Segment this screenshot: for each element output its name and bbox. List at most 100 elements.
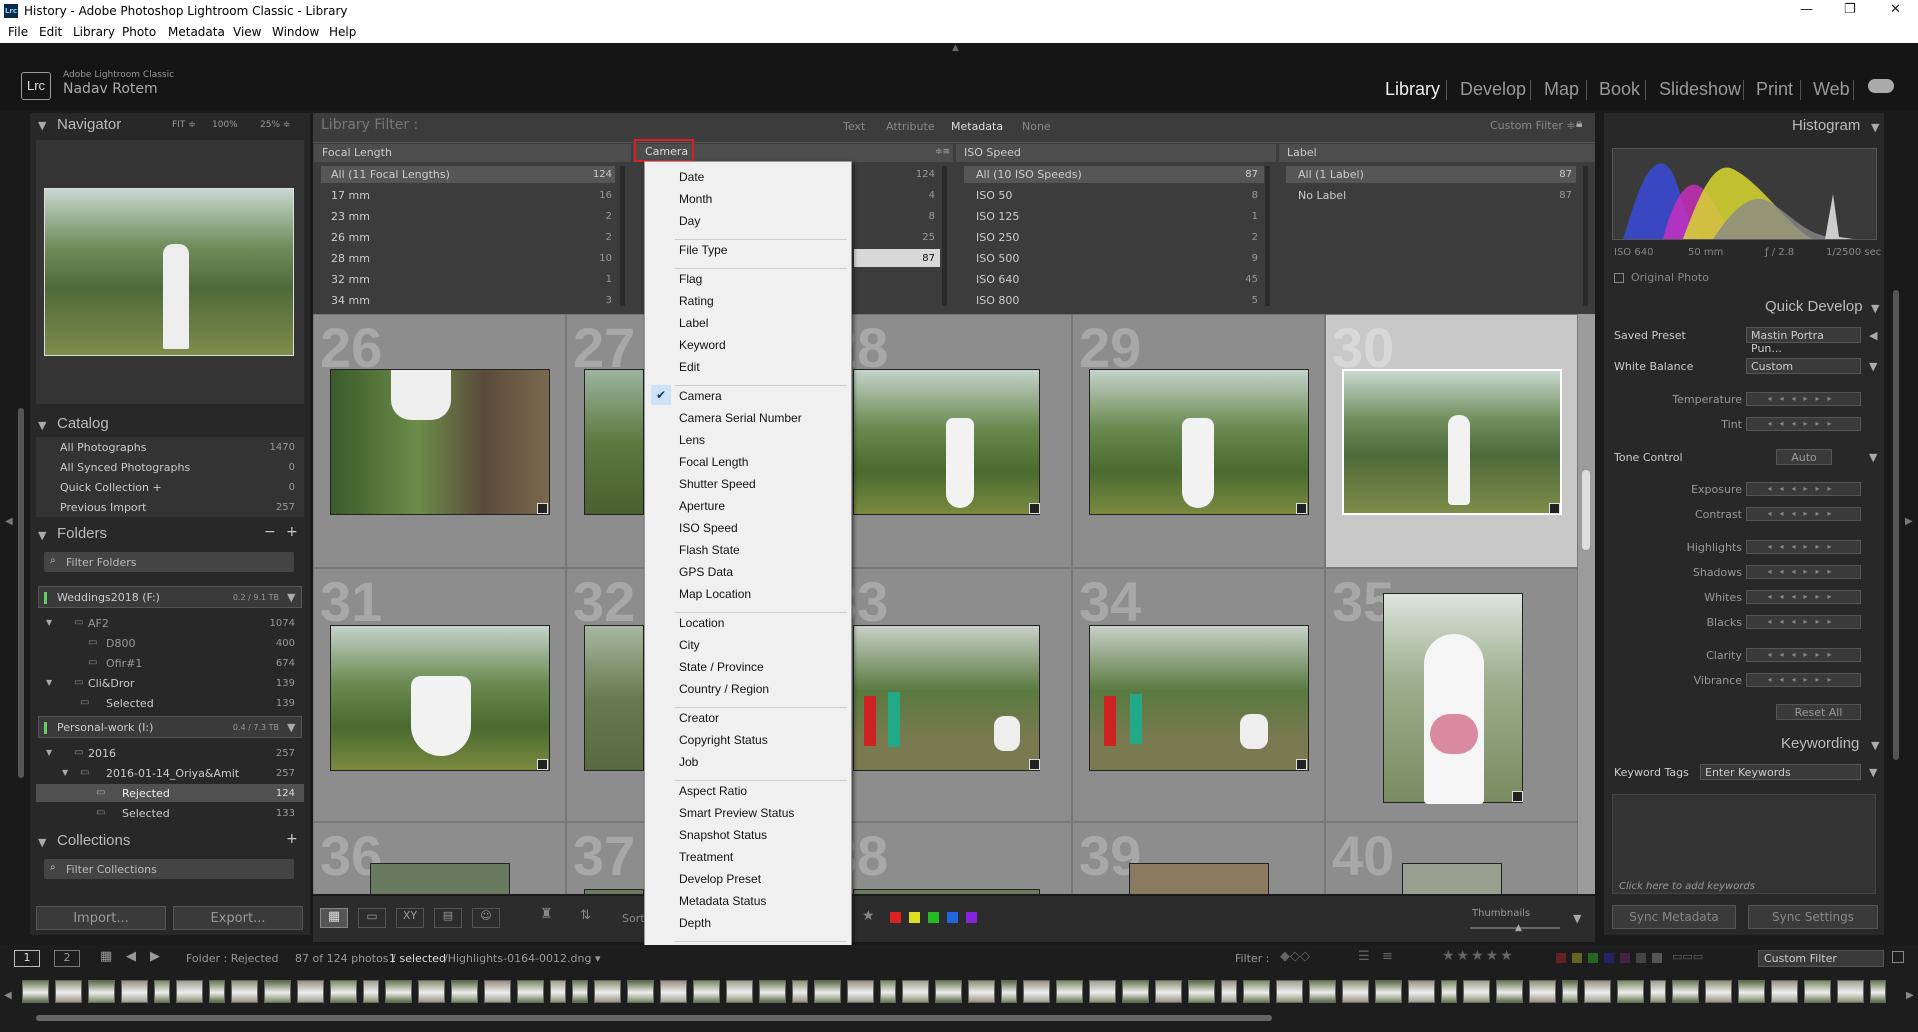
grid-cell[interactable]: 29	[1072, 314, 1325, 568]
vibrance-stepper[interactable]: ◂◂◂▸▸▸	[1746, 673, 1861, 687]
tab-text[interactable]: Text	[843, 120, 865, 133]
filmstrip-thumbnail[interactable]	[297, 980, 324, 1003]
dropdown-item-smart-preview-status[interactable]: Smart Preview Status	[679, 806, 794, 820]
clarity-stepper[interactable]: ◂◂◂▸▸▸	[1746, 648, 1861, 662]
photo-thumbnail[interactable]	[584, 625, 644, 771]
disclosure-icon[interactable]: ▼	[46, 678, 52, 687]
filmstrip-thumbnail[interactable]	[550, 980, 566, 1003]
collapse-triangle-icon[interactable]: ▼	[38, 419, 46, 432]
column-row[interactable]: 26 mm	[331, 231, 370, 244]
photo-thumbnail[interactable]	[853, 625, 1040, 771]
column-row[interactable]: No Label	[1298, 189, 1346, 202]
filmstrip-thumbnail[interactable]	[726, 980, 753, 1003]
filmstrip-scroll-right-icon[interactable]: ▶	[1906, 990, 1914, 1001]
label-filter-red-icon[interactable]	[1556, 953, 1566, 963]
star-rating-icon[interactable]: ★	[862, 908, 875, 924]
folder-item[interactable]: D800	[106, 637, 135, 650]
folder-item[interactable]: Selected	[122, 807, 170, 820]
grid-cell[interactable]: 28	[819, 314, 1072, 568]
flag-filter-icon[interactable]: ◆◇◇	[1280, 949, 1310, 964]
dropdown-item-metadata-status[interactable]: Metadata Status	[679, 894, 766, 908]
filmstrip-thumbnail[interactable]	[517, 980, 544, 1003]
filmstrip-thumbnail[interactable]	[154, 980, 170, 1003]
grid-cell[interactable]: 40	[1325, 822, 1578, 894]
highlights-stepper[interactable]: ◂◂◂▸▸▸	[1746, 540, 1861, 554]
lock-icon[interactable]: 🔒︎	[1576, 116, 1582, 131]
tab-metadata[interactable]: Metadata	[951, 120, 1003, 133]
dropdown-item-shutter-speed[interactable]: Shutter Speed	[679, 477, 756, 491]
column-menu-icon[interactable]: ≑≡	[935, 147, 950, 157]
add-collection-icon[interactable]: +	[286, 831, 298, 847]
sort-direction-icon[interactable]: ⇅	[580, 908, 591, 923]
photo-thumbnail[interactable]	[370, 863, 510, 894]
sync-settings-button[interactable]: Sync Settings	[1748, 905, 1878, 929]
dropdown-item-treatment[interactable]: Treatment	[679, 850, 733, 864]
module-map[interactable]: Map	[1544, 79, 1579, 100]
column-row[interactable]: ISO 800	[976, 294, 1019, 307]
menu-photo[interactable]: Photo	[122, 25, 156, 39]
filmstrip-thumbnail[interactable]	[1584, 980, 1611, 1003]
disclosure-icon[interactable]: ▼	[46, 618, 52, 627]
column-row[interactable]: 34 mm	[331, 294, 370, 307]
column-row[interactable]: 23 mm	[331, 210, 370, 223]
filmstrip-thumbnail[interactable]	[1529, 980, 1556, 1003]
dropdown-item-day[interactable]: Day	[679, 214, 700, 228]
menu-file[interactable]: File	[8, 25, 28, 39]
filmstrip-thumbnail[interactable]	[693, 980, 720, 1003]
catalog-item[interactable]: All Synced Photographs	[60, 461, 190, 474]
photo-thumbnail[interactable]	[1089, 625, 1309, 771]
filmstrip-thumbnail[interactable]	[363, 980, 379, 1003]
dropdown-item-iso-speed[interactable]: ISO Speed	[679, 521, 738, 535]
column-row[interactable]: 17 mm	[331, 189, 370, 202]
column-row[interactable]: ISO 500	[976, 252, 1019, 265]
filmstrip-thumbnail[interactable]	[1276, 980, 1303, 1003]
filmstrip-thumbnail[interactable]	[660, 980, 687, 1003]
filmstrip-thumbnail[interactable]	[968, 980, 995, 1003]
filter-folders-input[interactable]: ⌕ Filter Folders	[44, 552, 294, 572]
filmstrip-thumbnail[interactable]	[935, 980, 962, 1003]
filmstrip-thumbnail[interactable]	[1463, 980, 1490, 1003]
dropdown-item-location[interactable]: Location	[679, 616, 724, 630]
menu-window[interactable]: Window	[272, 25, 319, 39]
module-develop[interactable]: Develop	[1460, 79, 1526, 100]
column-row[interactable]: All (11 Focal Lengths)	[331, 168, 450, 181]
filmstrip-thumbnail[interactable]	[1738, 980, 1765, 1003]
menu-help[interactable]: Help	[329, 25, 356, 39]
collapse-left-icon[interactable]: ◀	[5, 516, 13, 527]
folder-item[interactable]: 2016-01-14_Oriya&Amit	[106, 767, 239, 780]
photo-thumbnail[interactable]	[853, 889, 1040, 894]
label-filter-yellow-icon[interactable]	[1572, 953, 1582, 963]
filmstrip-thumbnail[interactable]	[1155, 980, 1182, 1003]
dropdown-item-edit[interactable]: Edit	[679, 360, 700, 374]
photo-thumbnail[interactable]	[1129, 863, 1269, 894]
original-photo-checkbox[interactable]	[1614, 273, 1624, 283]
dropdown-item-develop-preset[interactable]: Develop Preset	[679, 872, 761, 886]
filmstrip-thumbnail[interactable]	[1243, 980, 1270, 1003]
filmstrip-thumbnail[interactable]	[176, 980, 203, 1003]
filmstrip-thumbnail[interactable]	[451, 980, 478, 1003]
label-blue-icon[interactable]	[947, 912, 958, 923]
filmstrip-thumbnail[interactable]	[1496, 980, 1523, 1003]
label-filter-green-icon[interactable]	[1588, 953, 1598, 963]
collapse-right-icon[interactable]: ▶	[1905, 516, 1913, 527]
filmstrip-thumbnail[interactable]	[1771, 980, 1798, 1003]
filter-toggle-icon[interactable]	[1892, 951, 1904, 963]
histogram-graph[interactable]	[1612, 148, 1877, 240]
collapse-triangle-icon[interactable]: ▼	[38, 119, 46, 132]
dropdown-item-camera[interactable]: Camera	[679, 389, 722, 403]
dropdown-item-file-type[interactable]: File Type	[679, 243, 727, 257]
export-button[interactable]: Export...	[173, 906, 303, 930]
label-filter-purple-icon[interactable]	[1620, 953, 1630, 963]
dropdown-item-city[interactable]: City	[679, 638, 700, 652]
filmstrip-thumbnail[interactable]	[572, 980, 588, 1003]
dropdown-item-aperture[interactable]: Aperture	[679, 499, 725, 513]
sync-metadata-button[interactable]: Sync Metadata	[1612, 905, 1736, 929]
filmstrip-thumbnail[interactable]	[1309, 980, 1336, 1003]
grid-cell[interactable]: 35	[1325, 568, 1578, 822]
kind-filter-icon[interactable]: ▭▭▭	[1672, 950, 1703, 963]
dropdown-item-rating[interactable]: Rating	[679, 294, 714, 308]
filmstrip-thumbnail[interactable]	[1650, 980, 1666, 1003]
dropdown-item-creator[interactable]: Creator	[679, 711, 719, 725]
tab-attribute[interactable]: Attribute	[886, 120, 935, 133]
filmstrip-thumbnail[interactable]	[1837, 980, 1864, 1003]
